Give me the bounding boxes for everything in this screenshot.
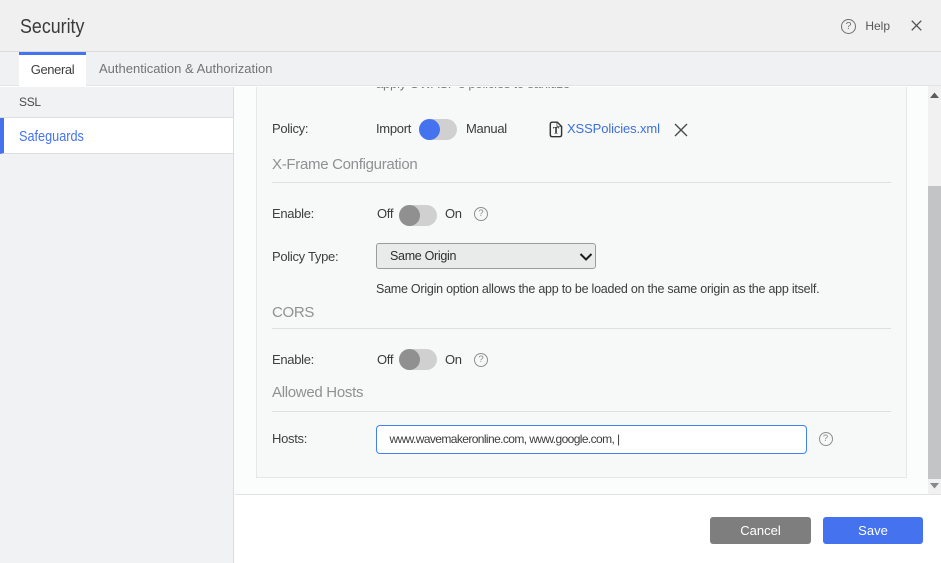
- svg-text:T: T: [553, 126, 560, 136]
